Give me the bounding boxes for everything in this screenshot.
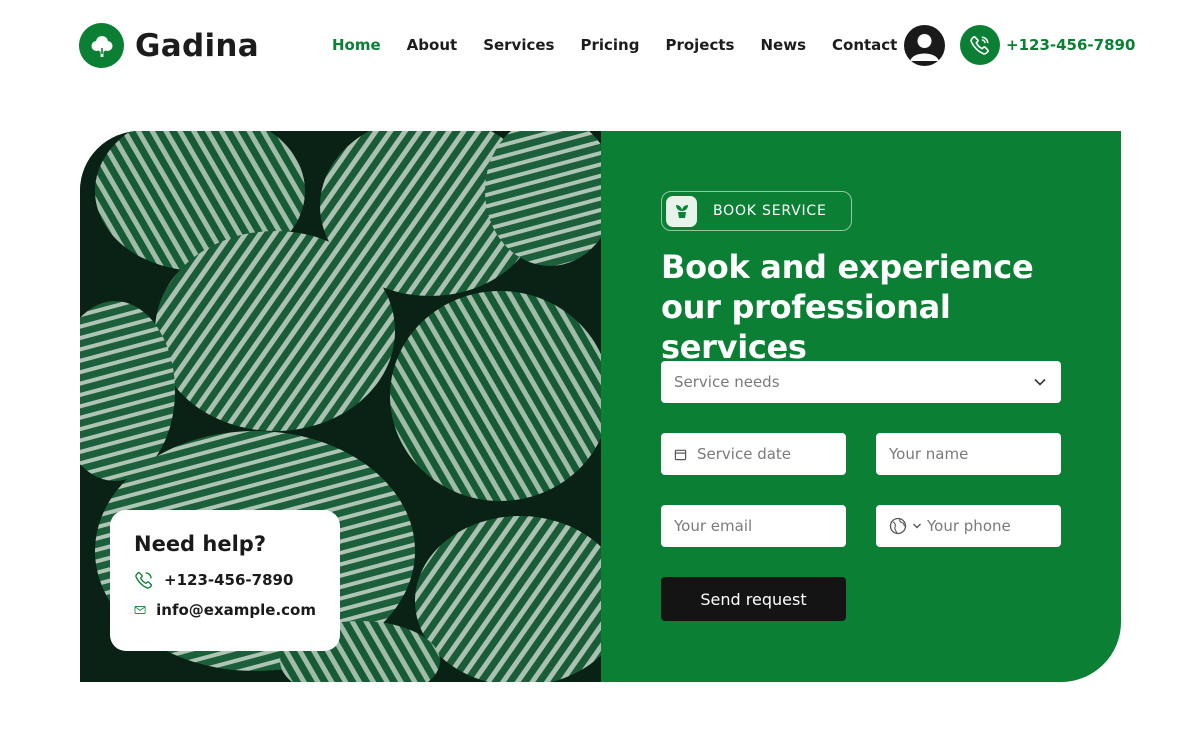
help-email[interactable]: info@example.com [156,601,316,619]
form-title: Book and experience our professional ser… [661,248,1034,366]
phone-button[interactable] [960,25,1000,65]
user-account-button[interactable] [904,25,945,66]
logo[interactable]: Gadina [79,23,259,68]
nav-contact[interactable]: Contact [832,36,897,54]
nav-home[interactable]: Home [332,36,381,54]
mail-icon [134,606,146,614]
logo-text: Gadina [135,27,259,64]
globe-icon[interactable] [889,517,907,535]
email-input[interactable]: Your email [661,505,846,547]
nav-services[interactable]: Services [483,36,554,54]
calendar-icon [674,449,687,460]
badge-label: BOOK SERVICE [713,203,827,219]
plant-leaves-image: Need help? +123-456-7890 info@example.co… [80,131,601,682]
nav-pricing[interactable]: Pricing [580,36,639,54]
help-card: Need help? +123-456-7890 info@example.co… [110,510,340,651]
help-phone-row[interactable]: +123-456-7890 [134,570,316,590]
nav-projects[interactable]: Projects [665,36,734,54]
service-date-placeholder: Service date [697,445,792,463]
main-nav: Home About Services Pricing Projects New… [332,36,923,54]
nav-news[interactable]: News [760,36,806,54]
user-icon [910,34,939,61]
phone-icon [135,571,153,589]
help-phone[interactable]: +123-456-7890 [164,571,293,589]
header-phone-link[interactable]: +123-456-7890 [1006,36,1135,54]
send-request-button[interactable]: Send request [661,577,846,621]
plant-icon [666,195,697,227]
help-title: Need help? [134,532,267,556]
tree-icon [79,23,124,68]
phone-placeholder: Your phone [927,517,1011,535]
name-placeholder: Your name [889,445,969,463]
booking-hero: Need help? +123-456-7890 info@example.co… [80,131,1121,682]
chevron-down-icon[interactable] [911,520,923,532]
email-placeholder: Your email [674,517,753,535]
service-needs-select[interactable]: Service needs [661,361,1061,403]
phone-icon [970,36,989,55]
help-email-row[interactable]: info@example.com [134,600,316,620]
name-input[interactable]: Your name [876,433,1061,475]
book-service-badge: BOOK SERVICE [661,191,852,231]
chevron-down-icon [1034,378,1046,386]
service-needs-placeholder: Service needs [674,373,780,391]
booking-form-panel: BOOK SERVICE Book and experience our pro… [601,131,1121,682]
site-header: Gadina Home About Services Pricing Proje… [0,0,1200,92]
nav-about[interactable]: About [407,36,458,54]
service-date-input[interactable]: Service date [661,433,846,475]
phone-input[interactable]: Your phone [876,505,1061,547]
